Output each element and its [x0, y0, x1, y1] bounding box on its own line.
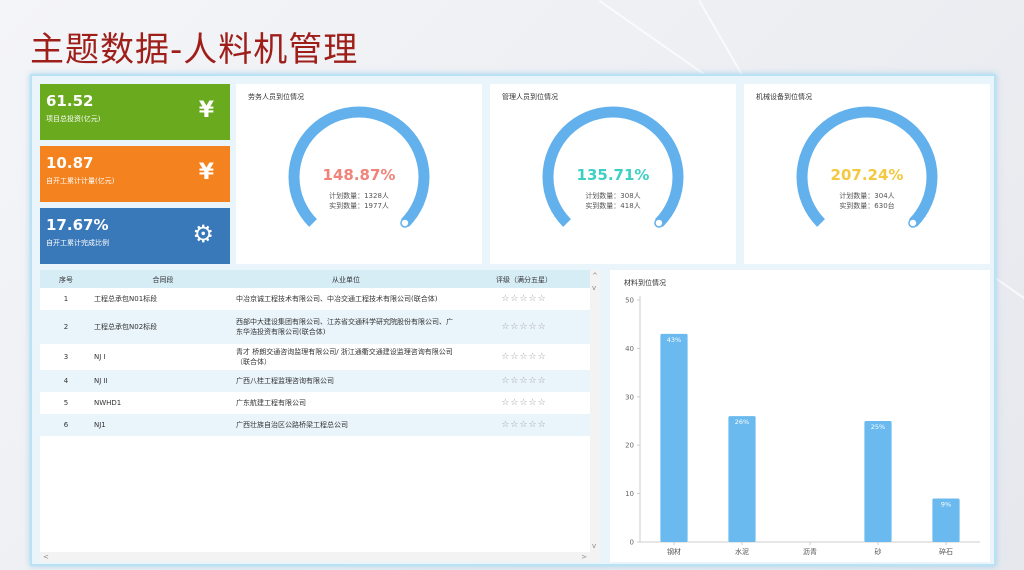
table-row[interactable]: 1 工程总承包N01标段 中冶京诚工程技术有限公司、中冶交通工程技术有限公司(联… [40, 288, 590, 310]
bar [864, 421, 892, 542]
cell-contract: NJ1 [94, 421, 106, 429]
x-tick-label: 钢材 [667, 547, 681, 556]
x-tick-label: 砂 [875, 547, 882, 556]
yen-icon: ¥ [198, 98, 214, 123]
cell-index: 3 [63, 353, 69, 361]
gauge-end-dot [400, 218, 410, 228]
kpi-card-completion-ratio[interactable]: 17.67% 自开工累计完成比例 ⚙ [40, 208, 230, 264]
star-rating[interactable]: ☆☆☆☆☆ [458, 414, 590, 436]
y-tick-label: 30 [625, 393, 634, 401]
kpi-label: 自开工累计完成比例 [46, 239, 109, 247]
horizontal-scrollbar[interactable]: < > [40, 552, 590, 562]
yen-icon: ¥ [198, 160, 214, 185]
y-tick-label: 0 [630, 539, 634, 547]
y-tick-label: 20 [625, 442, 634, 450]
cell-contract: NJ II [94, 377, 108, 385]
gauge-actual: 实到数量：418人 [585, 202, 641, 210]
gauge-planned: 计划数量：1328人 [329, 192, 389, 200]
table-row[interactable]: 2 工程总承包N02标段 西部中大建设集团有限公司、江苏省交通科学研究院股份有限… [40, 310, 590, 344]
cell-unit: 广东航建工程有限公司 [236, 399, 306, 407]
kpi-value: 17.67% [46, 216, 109, 234]
cell-unit: 青才 桥朗交通咨询监理有限公司/ 浙江通衢交通建设监理咨询有限公司（联合体） [236, 348, 453, 366]
y-tick-label: 50 [625, 297, 634, 305]
gauge-end-dot [654, 218, 664, 228]
gauge-percent: 207.24% [830, 166, 904, 184]
cell-unit: 广西八桂工程监理咨询有限公司 [236, 377, 334, 385]
gauge-planned: 计划数量：304人 [839, 192, 895, 200]
cell-contract: NWHD1 [94, 399, 122, 407]
kpi-card-total-investment[interactable]: 61.52 项目总投资(亿元) ¥ [40, 84, 230, 140]
kpi-card-cumulative-measure[interactable]: 10.87 自开工累计计量(亿元) ¥ [40, 146, 230, 202]
vertical-scrollbar[interactable]: ^ v v [590, 270, 600, 562]
table-row[interactable]: 5 NWHD1 广东航建工程有限公司 ☆☆☆☆☆ [40, 392, 590, 414]
cell-contract: 工程总承包N01标段 [94, 295, 158, 303]
contractor-table: 序号 合同段 从业单位 评级（满分五星） 1 工程总承包N01标段 中冶京诚工程… [40, 270, 600, 562]
scroll-left-icon[interactable]: < [43, 553, 49, 561]
table-row[interactable]: 3 NJ I 青才 桥朗交通咨询监理有限公司/ 浙江通衢交通建设监理咨询有限公司… [40, 344, 590, 370]
gauge-panel-labor: 劳务人员到位情况 148.87% 计划数量：1328人 实到数量：1977人 [236, 84, 482, 264]
x-tick-label: 沥青 [803, 547, 817, 556]
cell-index: 1 [63, 295, 69, 303]
cell-unit: 中冶京诚工程技术有限公司、中冶交通工程技术有限公司(联合体) [236, 295, 438, 303]
cell-index: 5 [63, 399, 69, 407]
gauge-end-dot [908, 218, 918, 228]
header-rating[interactable]: 评级（满分五星） [458, 275, 590, 285]
material-chart-panel: 材料到位情况 0 10 20 30 40 50 43% 钢材 26% 水泥 沥青 25% 砂 9% 碎石 [610, 270, 990, 562]
kpi-label: 自开工累计计量(亿元) [46, 177, 115, 185]
material-bar-chart: 0 10 20 30 40 50 43% 钢材 26% 水泥 沥青 25% 砂 9% 碎石 [625, 296, 980, 556]
cell-contract: NJ I [94, 353, 106, 361]
cell-index: 4 [63, 377, 69, 385]
star-rating[interactable]: ☆☆☆☆☆ [458, 370, 590, 392]
gauge-planned: 计划数量：308人 [585, 192, 641, 200]
y-tick-label: 40 [625, 345, 634, 353]
gear-icon: ⚙ [192, 220, 214, 248]
scroll-down-icon[interactable]: v [592, 284, 596, 292]
cell-index: 6 [63, 421, 69, 429]
star-rating[interactable]: ☆☆☆☆☆ [458, 392, 590, 414]
table-row[interactable]: 4 NJ II 广西八桂工程监理咨询有限公司 ☆☆☆☆☆ [40, 370, 590, 392]
star-rating[interactable]: ☆☆☆☆☆ [458, 344, 590, 370]
gauge-percent: 148.87% [322, 166, 396, 184]
scroll-down-icon[interactable]: v [592, 542, 596, 550]
cell-contract: 工程总承包N02标段 [94, 323, 158, 331]
bar-data-label: 25% [871, 423, 885, 431]
table-header: 序号 合同段 从业单位 评级（满分五星） [40, 270, 590, 288]
gauge-panel-management: 管理人员到位情况 135.71% 计划数量：308人 实到数量：418人 [490, 84, 736, 264]
scroll-right-icon[interactable]: > [581, 553, 587, 561]
chart-title: 材料到位情况 [624, 279, 666, 287]
star-rating[interactable]: ☆☆☆☆☆ [458, 310, 590, 344]
cell-index: 2 [63, 323, 69, 331]
bar [728, 416, 756, 542]
kpi-value: 61.52 [46, 92, 94, 110]
y-tick-label: 10 [625, 490, 634, 498]
bar [660, 333, 688, 542]
gauge-actual: 实到数量：1977人 [329, 202, 389, 210]
x-tick-label: 水泥 [735, 547, 749, 556]
star-rating[interactable]: ☆☆☆☆☆ [458, 288, 590, 310]
dashboard-frame: 61.52 项目总投资(亿元) ¥ 10.87 自开工累计计量(亿元) ¥ 17… [30, 74, 996, 566]
bar-data-label: 26% [735, 418, 749, 426]
table-row[interactable]: 6 NJ1 广西壮族自治区公路桥梁工程总公司 ☆☆☆☆☆ [40, 414, 590, 436]
gauge-actual: 实到数量：630台 [839, 202, 895, 210]
header-index[interactable]: 序号 [40, 275, 92, 285]
scroll-up-icon[interactable]: ^ [592, 272, 598, 280]
gauge-panel-machinery: 机械设备到位情况 207.24% 计划数量：304人 实到数量：630台 [744, 84, 990, 264]
cell-unit: 广西壮族自治区公路桥梁工程总公司 [236, 421, 348, 429]
header-contract[interactable]: 合同段 [92, 275, 234, 285]
x-tick-label: 碎石 [939, 547, 953, 556]
kpi-label: 项目总投资(亿元) [46, 115, 101, 123]
header-unit[interactable]: 从业单位 [234, 275, 458, 285]
gauge-percent: 135.71% [576, 166, 650, 184]
cell-unit: 西部中大建设集团有限公司、江苏省交通科学研究院股份有限公司、广东华浩投资有限公司… [236, 318, 453, 336]
bar-data-label: 43% [667, 336, 681, 344]
kpi-value: 10.87 [46, 154, 94, 172]
bar-data-label: 9% [941, 500, 951, 508]
page-title: 主题数据-人料机管理 [30, 30, 359, 70]
